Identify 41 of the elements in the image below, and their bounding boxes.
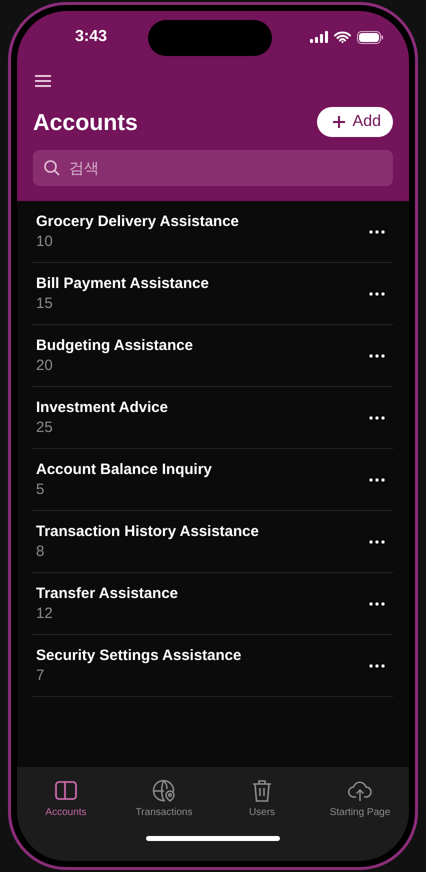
more-icon[interactable] [369, 230, 385, 234]
account-name: Investment Advice [36, 399, 168, 416]
globe-pin-icon [152, 779, 176, 803]
account-count: 15 [36, 295, 54, 312]
cloud-upload-icon [348, 779, 372, 803]
account-count: 25 [36, 419, 54, 436]
more-icon[interactable] [369, 292, 385, 296]
more-icon[interactable] [369, 478, 385, 482]
trash-icon [250, 779, 274, 803]
account-name: Security Settings Assistance [36, 647, 242, 664]
account-name: Transaction History Assistance [36, 523, 259, 540]
account-count: 5 [36, 481, 46, 498]
add-button[interactable]: Add [316, 107, 393, 137]
tab[interactable]: Users [213, 779, 311, 818]
account-count: 12 [36, 605, 54, 622]
account-count: 8 [36, 543, 46, 560]
account-count: 20 [36, 357, 54, 374]
menu-icon[interactable] [33, 73, 53, 89]
plus-icon [332, 115, 346, 129]
signal-icon [310, 31, 328, 43]
more-icon[interactable] [369, 416, 385, 420]
tab[interactable]: Transactions [115, 779, 213, 818]
account-name: Budgeting Assistance [36, 337, 193, 354]
status-time: 3:43 [75, 28, 108, 46]
more-icon[interactable] [369, 664, 385, 668]
tab[interactable]: Starting Page [311, 779, 409, 818]
account-count: 7 [36, 667, 46, 684]
wifi-icon [334, 31, 351, 43]
more-icon[interactable] [369, 540, 385, 544]
account-name: Bill Payment Assistance [36, 275, 209, 292]
tab[interactable]: Accounts [17, 779, 115, 818]
account-name: Transfer Assistance [36, 585, 178, 602]
account-name: Grocery Delivery Assistance [36, 213, 239, 230]
page-title: Accounts [33, 108, 138, 136]
folder-icon [54, 779, 78, 803]
search-field[interactable]: 검색 [33, 150, 393, 186]
account-count: 10 [36, 233, 54, 250]
more-icon[interactable] [369, 354, 385, 358]
more-icon[interactable] [369, 602, 385, 606]
battery-icon [357, 30, 383, 44]
account-name: Account Balance Inquiry [36, 461, 212, 478]
